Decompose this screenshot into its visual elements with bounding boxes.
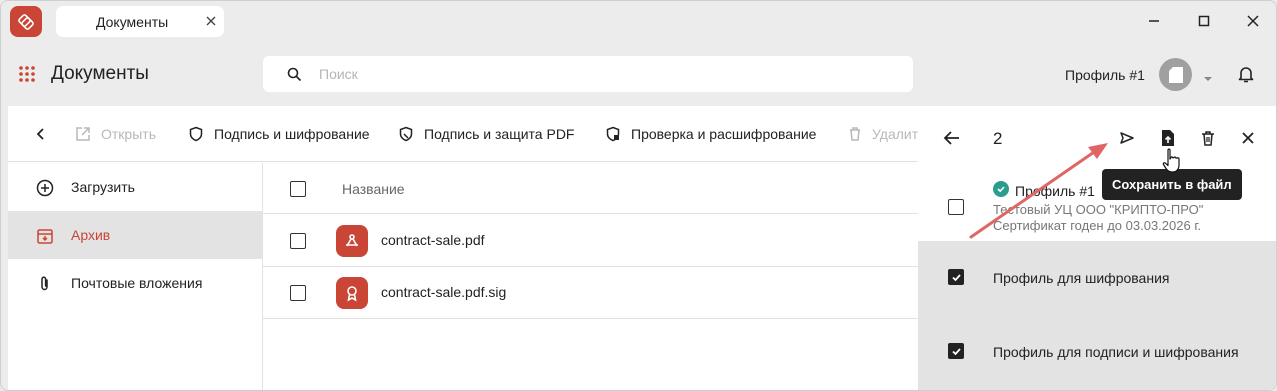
trash-icon: [850, 127, 860, 141]
tab-documents[interactable]: Документы: [56, 6, 224, 37]
profiles-panel: 2 Профиль #1 Тестовый УЦ ООО "КРИПТО-ПРО…: [918, 106, 1276, 390]
title-bar: Документы: [1, 1, 1276, 41]
verify-decrypt-button[interactable]: Проверка и расшифрование: [605, 124, 816, 144]
open-button[interactable]: Открыть: [75, 124, 156, 144]
add-circle-icon: [36, 179, 54, 197]
shield-pdf-icon: [399, 126, 413, 142]
sign-encrypt-label: Подпись и шифрование: [214, 126, 370, 142]
pdf-icon: [336, 225, 368, 257]
apps-grid-icon[interactable]: [18, 65, 36, 83]
profile-checkbox[interactable]: [948, 269, 964, 285]
sign-protect-pdf-button[interactable]: Подпись и защита PDF: [398, 124, 574, 144]
trash-icon[interactable]: [1198, 128, 1218, 148]
minimize-icon[interactable]: [1144, 11, 1164, 31]
profile-validity: Сертификат годен до 03.03.2026 г.: [993, 218, 1202, 233]
panel-header: 2: [918, 106, 1276, 168]
archive-icon: [36, 227, 54, 245]
sidebar-item-label: Загрузить: [71, 179, 135, 195]
sidebar-item-label: Почтовые вложения: [71, 275, 203, 291]
profile-item[interactable]: Профиль для подписи и шифрования: [918, 313, 1276, 390]
file-name: contract-sale.pdf: [381, 232, 485, 248]
maximize-icon[interactable]: [1194, 11, 1214, 31]
tab-close-icon[interactable]: [204, 14, 218, 28]
profile-issuer: Тестовый УЦ ООО "КРИПТО-ПРО": [993, 202, 1204, 217]
sign-encrypt-button[interactable]: Подпись и шифрование: [188, 124, 370, 144]
profile-checkbox[interactable]: [948, 199, 964, 215]
bell-icon[interactable]: [1236, 64, 1256, 84]
profile-name[interactable]: Профиль #1: [1065, 67, 1145, 83]
profile-checkbox[interactable]: [948, 343, 964, 359]
page-title: Документы: [51, 63, 149, 84]
back-button[interactable]: [35, 124, 57, 144]
toolbar: Открыть Подпись и шифрование Подпись и з…: [8, 106, 919, 162]
search-box[interactable]: [263, 56, 913, 92]
row-checkbox[interactable]: [290, 233, 306, 249]
avatar[interactable]: [1159, 58, 1192, 91]
file-list: Название contract-sale.pdf contract-sale…: [263, 163, 919, 390]
table-row[interactable]: contract-sale.pdf.sig: [263, 267, 919, 319]
shield-check-icon: [606, 126, 620, 142]
app-logo-icon: [10, 6, 42, 37]
sidebar-item-mail-attachments[interactable]: Почтовые вложения: [8, 259, 262, 307]
list-header: Название: [263, 163, 919, 214]
open-label: Открыть: [101, 126, 156, 142]
row-checkbox[interactable]: [290, 285, 306, 301]
profile-title: Профиль для шифрования: [993, 270, 1170, 286]
tab-label: Документы: [96, 14, 169, 30]
sidebar-item-upload[interactable]: Загрузить: [8, 163, 262, 211]
delete-button[interactable]: Удалить: [848, 124, 919, 144]
verify-decrypt-label: Проверка и расшифрование: [631, 126, 817, 142]
profile-item[interactable]: Профиль для шифрования: [918, 241, 1276, 313]
close-icon[interactable]: [1238, 128, 1258, 148]
search-input[interactable]: [319, 65, 879, 83]
arrow-left-icon[interactable]: [942, 128, 962, 148]
selected-count: 2: [993, 129, 1003, 148]
paperclip-icon: [36, 275, 54, 293]
close-window-icon[interactable]: [1243, 11, 1263, 31]
app-window: Документы Документы Профиль #1: [0, 0, 1277, 391]
check-circle-icon: [993, 181, 1009, 197]
open-external-icon: [76, 127, 90, 141]
hand-cursor-icon: [1162, 148, 1180, 173]
search-icon: [287, 67, 302, 82]
table-row[interactable]: contract-sale.pdf: [263, 215, 919, 267]
shield-icon: [189, 126, 203, 142]
chevron-down-icon[interactable]: [1203, 70, 1213, 81]
select-all-checkbox[interactable]: [290, 181, 306, 197]
sidebar: Загрузить Архив Почтовые вложения: [8, 163, 263, 390]
sidebar-item-label: Архив: [71, 227, 111, 243]
profile-title: Профиль для подписи и шифрования: [993, 344, 1239, 360]
sidebar-item-archive[interactable]: Архив: [8, 211, 262, 259]
chevron-left-icon: [36, 128, 44, 140]
sign-protect-pdf-label: Подпись и защита PDF: [424, 126, 575, 142]
profile-title: Профиль #1: [1015, 183, 1095, 199]
column-name-header[interactable]: Название: [342, 181, 405, 197]
delete-label: Удалить: [872, 126, 919, 142]
save-to-file-icon[interactable]: [1158, 128, 1178, 148]
send-icon[interactable]: [1117, 128, 1137, 148]
file-name: contract-sale.pdf.sig: [381, 284, 507, 300]
signature-seal-icon: [336, 277, 368, 309]
app-header: Документы Профиль #1: [1, 41, 1276, 106]
